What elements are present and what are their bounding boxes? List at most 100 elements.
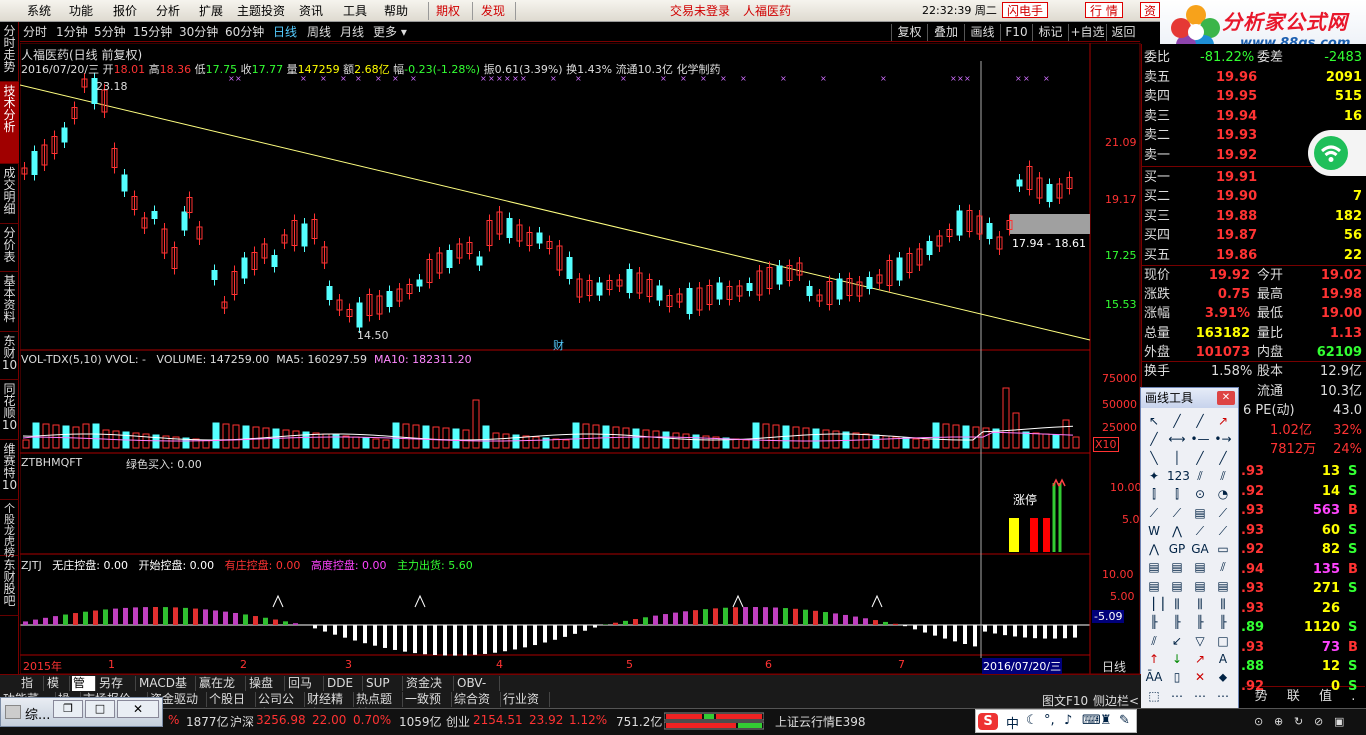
draw-tool-icon[interactable]: ⫽ xyxy=(1213,558,1233,576)
draw-tool-icon[interactable]: ⫿ xyxy=(1167,485,1187,503)
tray-icon-1[interactable]: ⊙ xyxy=(1254,715,1263,728)
draw-tool-icon[interactable]: ✦ xyxy=(1144,467,1164,485)
indicator-tab[interactable]: SUP决策 xyxy=(365,676,403,705)
draw-tool-icon[interactable]: ▯ xyxy=(1167,668,1187,686)
draw-tool-icon[interactable]: ⟋ xyxy=(1190,522,1210,540)
draw-tool-icon[interactable]: │ xyxy=(1167,449,1187,467)
tray-icon-4[interactable]: ⊘ xyxy=(1314,715,1323,728)
menu-options[interactable]: 期权 xyxy=(436,3,460,19)
info-tab[interactable]: 财经精选 xyxy=(306,692,354,721)
indicator-tab[interactable]: MACD基本 xyxy=(138,676,196,705)
draw-tool-icon[interactable]: ⬚ xyxy=(1144,687,1164,705)
ask-price[interactable]: 19.93 xyxy=(1216,126,1257,145)
ask-price[interactable]: 19.96 xyxy=(1216,68,1257,87)
info-tab[interactable]: 热点题材 xyxy=(355,692,403,721)
draw-tool-icon[interactable]: ▤ xyxy=(1190,558,1210,576)
period-1min[interactable]: 1分钟 xyxy=(56,25,88,40)
period-more[interactable]: 更多 ▾ xyxy=(373,25,407,40)
close-icon[interactable]: ✕ xyxy=(1217,391,1235,405)
ask-price[interactable]: 19.92 xyxy=(1216,146,1257,165)
draw-tool-icon[interactable]: ⊙ xyxy=(1190,485,1210,503)
menu-function[interactable]: 功能 xyxy=(69,3,93,19)
ask-price[interactable]: 19.94 xyxy=(1216,107,1257,126)
draw-tool-icon[interactable]: ◔ xyxy=(1213,485,1233,503)
back-button[interactable]: 返回 xyxy=(1106,24,1140,41)
draw-tool-icon[interactable]: ╱ xyxy=(1144,430,1164,448)
menu-help[interactable]: 帮助 xyxy=(384,3,408,19)
menu-news[interactable]: 资讯 xyxy=(299,3,323,19)
draw-tool-icon[interactable]: ↗ xyxy=(1213,412,1233,430)
vtab-basic-info[interactable]: 基本资料 xyxy=(0,272,19,332)
status-cloud[interactable]: 上证云行情E398 xyxy=(775,713,866,730)
draw-tool-icon[interactable]: ⋯ xyxy=(1213,687,1233,705)
draw-tool-icon[interactable]: ⋯ xyxy=(1190,687,1210,705)
draw-tool-icon[interactable]: ╱ xyxy=(1190,449,1210,467)
menu-extend[interactable]: 扩展 xyxy=(199,3,223,19)
draw-tool-icon[interactable]: ⟋ xyxy=(1167,504,1187,522)
period-60min[interactable]: 60分钟 xyxy=(225,25,264,40)
bid-price[interactable]: 19.87 xyxy=(1216,226,1257,245)
draw-tool-icon[interactable]: ▕▕ xyxy=(1144,595,1164,613)
draw-tool-icon[interactable]: ▤ xyxy=(1144,558,1164,576)
add-favorite-button[interactable]: +自选 xyxy=(1068,24,1106,41)
draw-tool-icon[interactable]: ╱ xyxy=(1167,412,1187,430)
f10-button[interactable]: F10 xyxy=(1000,24,1032,41)
draw-tool-icon[interactable]: ⫼ xyxy=(1167,595,1187,613)
period-30min[interactable]: 30分钟 xyxy=(179,25,218,40)
draw-tool-icon[interactable]: ▤ xyxy=(1190,577,1210,595)
draw-tool-icon[interactable]: GP xyxy=(1167,540,1187,558)
restore-icon[interactable]: ❐ xyxy=(53,700,83,718)
ime-toolbar[interactable]: S 中 ☾ °, ♪ ⌨ ♜ ✎ xyxy=(975,709,1137,733)
menu-theme-invest[interactable]: 主题投资 xyxy=(237,3,285,19)
draw-tool-icon[interactable]: ⟋ xyxy=(1213,504,1233,522)
finance-marker[interactable]: 财 xyxy=(553,337,564,353)
f10-text-button[interactable]: 图文F10 xyxy=(1042,692,1088,709)
vtab-ths10[interactable]: 同花顺10 xyxy=(0,380,19,440)
draw-tool-icon[interactable]: ⟋ xyxy=(1213,522,1233,540)
vtab-trade-detail[interactable]: 成交明细 xyxy=(0,164,19,224)
tray-icon-2[interactable]: ⊕ xyxy=(1274,715,1283,728)
draw-tool-icon[interactable]: ╟ xyxy=(1144,613,1164,631)
indicator-tab[interactable]: 回马枪 xyxy=(287,676,324,705)
draw-tool-icon[interactable]: ⫽ xyxy=(1144,632,1164,650)
bid-price[interactable]: 19.90 xyxy=(1216,187,1257,206)
draw-tool-icon[interactable]: ╟ xyxy=(1167,613,1187,631)
draw-tool-icon[interactable]: □ xyxy=(1213,632,1233,650)
draw-line-button[interactable]: 画线 xyxy=(964,24,1000,41)
indicator-tab[interactable]: 另存为 xyxy=(98,676,136,705)
draw-tool-icon[interactable]: •— xyxy=(1190,430,1210,448)
menu-discover[interactable]: 发现 xyxy=(481,3,505,19)
ask-price[interactable]: 19.95 xyxy=(1216,87,1257,106)
wifi-float-widget[interactable] xyxy=(1308,130,1366,176)
draw-tool-icon[interactable]: ↑ xyxy=(1144,650,1164,668)
ime-moon-icon[interactable]: ☾ xyxy=(1026,713,1038,728)
quote-button[interactable]: 行 情 xyxy=(1085,2,1123,18)
sidebar-toggle[interactable]: 侧边栏< xyxy=(1093,692,1139,709)
trade-login-status[interactable]: 交易未登录 xyxy=(670,3,730,19)
draw-tool-icon[interactable]: ▤ xyxy=(1213,577,1233,595)
overlay-button[interactable]: 叠加 xyxy=(927,24,964,41)
draw-tool-icon[interactable]: ⋀ xyxy=(1167,522,1187,540)
vtab-price-table[interactable]: 分价表 xyxy=(0,224,19,272)
period-5min[interactable]: 5分钟 xyxy=(94,25,126,40)
info-tab[interactable]: 综合资讯 xyxy=(453,692,501,721)
draw-tool-icon[interactable]: ĀA xyxy=(1144,668,1164,686)
mark-button[interactable]: 标记 xyxy=(1032,24,1068,41)
fuquan-button[interactable]: 复权 xyxy=(891,24,927,41)
draw-tool-icon[interactable]: ⫽ xyxy=(1213,467,1233,485)
draw-tool-icon[interactable]: ⋀ xyxy=(1144,540,1164,558)
draw-tool-icon[interactable]: ▤ xyxy=(1144,577,1164,595)
ime-tools-icon[interactable]: ✎ xyxy=(1119,713,1130,728)
draw-tool-icon[interactable]: ╲ xyxy=(1144,449,1164,467)
draw-tool-icon[interactable]: ╱ xyxy=(1190,412,1210,430)
draw-tool-icon[interactable]: ▽ xyxy=(1190,632,1210,650)
ime-mic-icon[interactable]: ♪ xyxy=(1064,713,1072,728)
draw-tool-icon[interactable]: ⬥ xyxy=(1213,668,1233,686)
draw-tool-icon[interactable]: ↓ xyxy=(1167,650,1187,668)
draw-tool-icon[interactable]: W xyxy=(1144,522,1164,540)
vtab-timeline[interactable]: 分时走势 xyxy=(0,22,19,82)
draw-tool-icon[interactable]: ╱ xyxy=(1213,449,1233,467)
vtab-tech-analysis[interactable]: 技术分析 xyxy=(0,82,19,164)
ime-punct-icon[interactable]: °, xyxy=(1044,713,1055,728)
period-timeline[interactable]: 分时 xyxy=(23,25,47,40)
